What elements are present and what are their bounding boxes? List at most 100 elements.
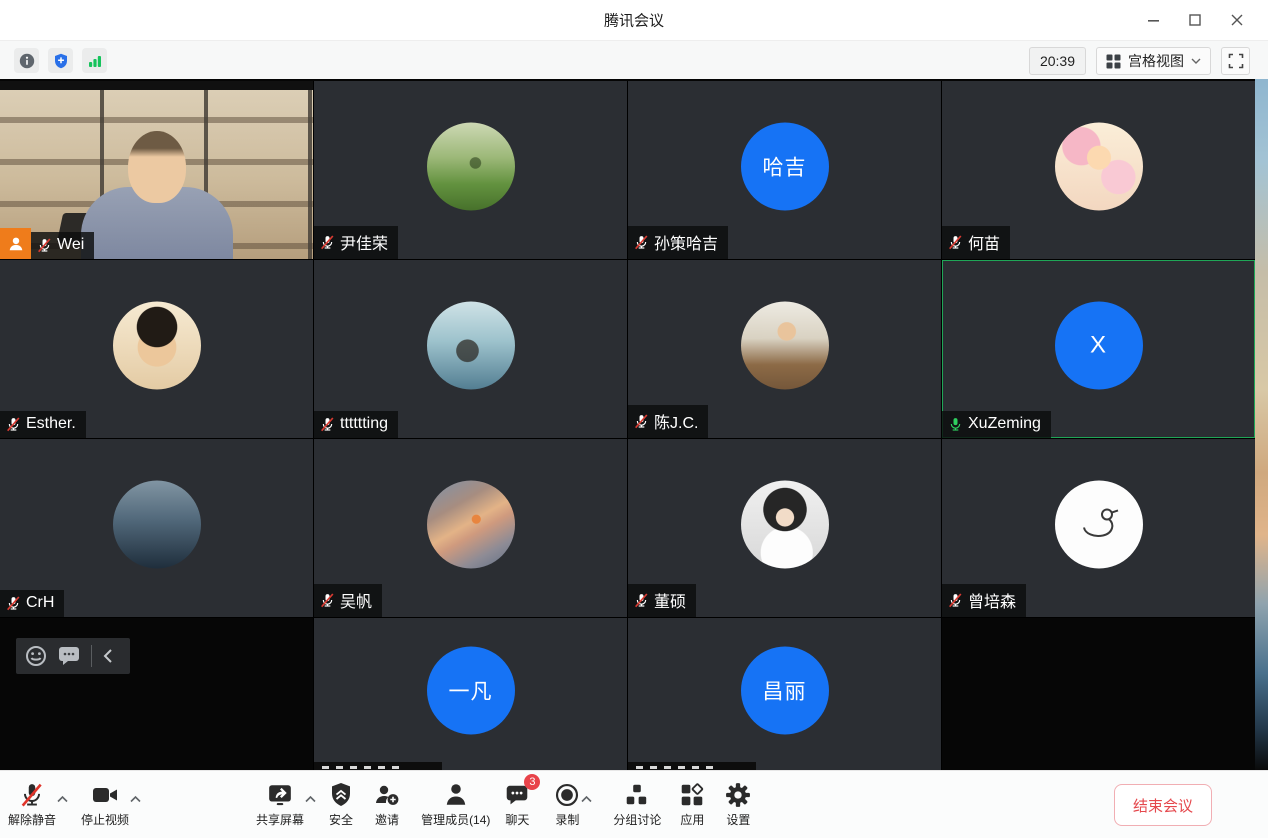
- record-button[interactable]: 录制: [554, 771, 580, 828]
- stop-video-button[interactable]: 停止视频: [81, 771, 129, 828]
- apps-icon: [679, 782, 705, 808]
- manage-members-label: 管理成员(14): [421, 811, 490, 828]
- participant-name: Wei: [57, 236, 84, 254]
- chat-label: 聊天: [505, 811, 529, 828]
- avatar-initials: 昌丽: [741, 646, 829, 734]
- participant-name: Esther.: [26, 415, 76, 433]
- close-button[interactable]: [1216, 0, 1258, 40]
- record-options-caret[interactable]: [580, 771, 593, 809]
- minimize-button[interactable]: [1132, 0, 1174, 40]
- avatar-initials: 哈吉: [741, 122, 829, 210]
- mic-muted-icon: [634, 235, 649, 250]
- mic-muted-icon: [6, 596, 21, 611]
- share-screen-icon: [267, 782, 293, 808]
- breakout-rooms-button[interactable]: 分组讨论: [613, 771, 661, 828]
- video-tile[interactable]: 陈J.C.: [628, 260, 941, 438]
- participant-nameplate: CrH: [0, 590, 64, 617]
- participant-nameplate: 孙策哈吉: [628, 226, 728, 259]
- video-tile-wei[interactable]: Wei: [0, 81, 313, 259]
- layout-view-label: 宫格视图: [1128, 51, 1184, 71]
- manage-members-button[interactable]: 管理成员(14): [421, 771, 490, 828]
- mic-muted-icon: [37, 238, 52, 253]
- avatar: [427, 301, 515, 389]
- video-tile[interactable]: Esther.: [0, 260, 313, 438]
- participant-name: tttttting: [340, 415, 388, 433]
- breakout-icon: [624, 782, 650, 808]
- security-level-button[interactable]: [48, 48, 73, 73]
- participant-name: 尹佳荣: [340, 230, 388, 254]
- participant-nameplate: Esther.: [0, 411, 86, 438]
- video-tile-self-black[interactable]: [0, 618, 313, 770]
- video-tile-empty[interactable]: [942, 618, 1255, 770]
- unmute-label: 解除静音: [8, 811, 56, 828]
- share-screen-button[interactable]: 共享屏幕: [256, 771, 304, 828]
- video-tile[interactable]: 吴帆: [314, 439, 627, 617]
- participant-nameplate: XuZeming: [942, 411, 1051, 438]
- video-tile[interactable]: CrH: [0, 439, 313, 617]
- fullscreen-button[interactable]: [1221, 47, 1250, 75]
- chat-button[interactable]: 3 聊天: [504, 771, 530, 828]
- participant-name: 孙策哈吉: [654, 230, 718, 254]
- video-tile[interactable]: tttttting: [314, 260, 627, 438]
- video-tile[interactable]: 一凡: [314, 618, 627, 770]
- participant-name: 陈J.C.: [654, 409, 698, 433]
- video-options-caret[interactable]: [129, 771, 142, 809]
- video-tile[interactable]: 尹佳荣: [314, 81, 627, 259]
- window-controls: [1132, 0, 1258, 40]
- layout-view-button[interactable]: 宫格视图: [1096, 47, 1211, 75]
- invite-icon: [373, 782, 401, 808]
- avatar-initials: 一凡: [427, 646, 515, 734]
- chat-unread-badge: 3: [524, 774, 540, 790]
- mic-muted-icon: [634, 414, 649, 429]
- mic-active-icon: [948, 417, 963, 432]
- mic-muted-icon: [19, 782, 45, 808]
- mic-muted-icon: [948, 235, 963, 250]
- participant-nameplate: 陈J.C.: [628, 405, 708, 438]
- maximize-button[interactable]: [1174, 0, 1216, 40]
- participant-nameplate: 何苗: [942, 226, 1010, 259]
- video-grid: Wei 尹佳荣 哈吉 孙策哈吉 何苗 Esther.: [0, 79, 1255, 770]
- reaction-quick-bar: [16, 638, 130, 674]
- video-tile[interactable]: 昌丽: [628, 618, 941, 770]
- fullscreen-icon: [1228, 53, 1244, 69]
- close-icon: [1231, 14, 1243, 26]
- mic-muted-icon: [320, 593, 335, 608]
- mic-muted-icon: [320, 417, 335, 432]
- video-tile[interactable]: 曾培森: [942, 439, 1255, 617]
- participant-nameplate-cutoff: [628, 762, 756, 770]
- video-tile[interactable]: 哈吉 孙策哈吉: [628, 81, 941, 259]
- mic-muted-icon: [634, 593, 649, 608]
- avatar: [1055, 480, 1143, 568]
- video-tile-speaking[interactable]: X XuZeming: [942, 260, 1255, 438]
- apps-button[interactable]: 应用: [679, 771, 705, 828]
- mic-muted-icon: [948, 593, 963, 608]
- video-tile[interactable]: 何苗: [942, 81, 1255, 259]
- avatar: [113, 301, 201, 389]
- end-meeting-button[interactable]: 结束会议: [1114, 784, 1212, 826]
- invite-button[interactable]: 邀请: [373, 771, 401, 828]
- record-label: 录制: [555, 811, 579, 828]
- share-options-caret[interactable]: [304, 771, 317, 809]
- collapse-left-icon[interactable]: [103, 649, 113, 663]
- camera-icon: [91, 782, 119, 808]
- participant-nameplate: Wei: [31, 232, 94, 259]
- participant-name: XuZeming: [968, 415, 1041, 433]
- next-page-tile-sliver: [1255, 79, 1268, 770]
- chat-bubble-icon[interactable]: [58, 646, 80, 666]
- chevron-down-icon: [1191, 58, 1201, 64]
- meeting-info-button[interactable]: [14, 48, 39, 73]
- security-button[interactable]: 安全: [329, 771, 353, 828]
- unmute-options-caret[interactable]: [56, 771, 69, 809]
- unmute-button[interactable]: 解除静音: [8, 771, 56, 828]
- title-bar: 腾讯会议: [0, 0, 1268, 40]
- avatar: [113, 480, 201, 568]
- participant-nameplate: 尹佳荣: [314, 226, 398, 259]
- settings-button[interactable]: 设置: [725, 771, 751, 828]
- video-tile[interactable]: 董硕: [628, 439, 941, 617]
- breakout-rooms-label: 分组讨论: [613, 811, 661, 828]
- security-shield-icon: [53, 53, 69, 69]
- meeting-timer: 20:39: [1029, 47, 1086, 75]
- emoji-icon[interactable]: [25, 645, 47, 667]
- network-signal-button[interactable]: [82, 48, 107, 73]
- meeting-info-icon: [19, 53, 35, 69]
